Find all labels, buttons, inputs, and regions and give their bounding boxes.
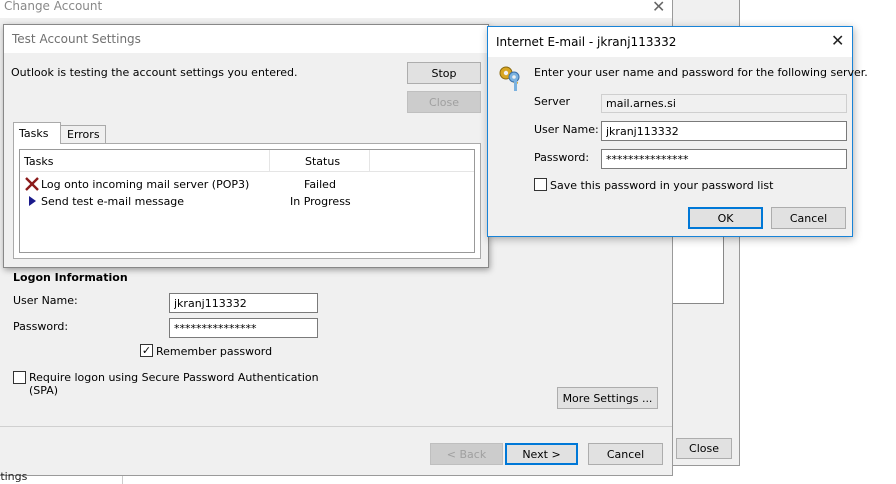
dialog-user-name-label: User Name: (534, 123, 599, 136)
dialog-password-label: Password: (534, 151, 590, 164)
tab-errors-label: Errors (67, 128, 100, 141)
background-bottom-text: ttings (0, 470, 28, 483)
column-header-status[interactable]: Status (305, 155, 340, 168)
dialog-password-field[interactable] (601, 149, 847, 169)
change-account-titlebar: Change Account ✕ (0, 0, 672, 18)
table-row[interactable]: Log onto incoming mail server (POP3) Fai… (20, 176, 474, 193)
stop-button[interactable]: Stop (407, 62, 481, 84)
back-button[interactable]: < Back (430, 443, 503, 465)
spa-checkbox[interactable] (13, 371, 26, 384)
close-icon[interactable]: ✕ (831, 31, 844, 50)
tasks-panel: Tasks Status Log onto incoming mail serv… (13, 143, 481, 259)
column-header-tasks[interactable]: Tasks (24, 155, 53, 168)
remember-password-checkbox[interactable]: ✓ (140, 344, 153, 357)
tab-errors[interactable]: Errors (60, 125, 106, 144)
task-status: Failed (304, 178, 336, 191)
next-button[interactable]: Next > (505, 443, 578, 465)
tab-tasks[interactable]: Tasks (13, 122, 61, 144)
in-progress-arrow-icon (29, 196, 36, 206)
column-divider (369, 150, 370, 172)
ok-button[interactable]: OK (688, 207, 763, 229)
background-bottom-strip: ttings (0, 470, 672, 484)
test-close-button[interactable]: Close (407, 91, 481, 113)
dialog-user-name-field[interactable] (601, 121, 847, 141)
failed-x-icon (25, 177, 39, 191)
cancel-button[interactable]: Cancel (588, 443, 663, 465)
save-password-label: Save this password in your password list (550, 179, 774, 192)
task-name: Log onto incoming mail server (POP3) (41, 178, 250, 191)
keys-icon (499, 66, 520, 91)
user-name-field[interactable] (169, 293, 318, 313)
tasks-list: Tasks Status Log onto incoming mail serv… (19, 149, 475, 253)
background-close-button[interactable]: Close (676, 438, 732, 459)
dialog-cancel-button[interactable]: Cancel (771, 207, 846, 229)
server-label: Server (534, 95, 571, 108)
spa-label-line2: (SPA) (29, 384, 59, 397)
tasks-header: Tasks Status (20, 150, 474, 172)
internet-email-titlebar: Internet E-mail - jkranj113332 ✕ (488, 27, 852, 57)
internet-email-dialog: Internet E-mail - jkranj113332 ✕ Enter y… (487, 26, 868, 237)
test-settings-message: Outlook is testing the account settings … (11, 66, 298, 79)
logon-info-heading: Logon Information (13, 271, 128, 284)
close-icon[interactable]: ✕ (652, 0, 665, 16)
password-field[interactable] (169, 318, 318, 338)
footer-divider (0, 426, 672, 427)
remember-password-label: Remember password (156, 345, 273, 358)
test-settings-titlebar: Test Account Settings (4, 25, 488, 53)
internet-email-title: Internet E-mail - jkranj113332 (496, 35, 677, 49)
tab-tasks-label: Tasks (19, 127, 49, 140)
change-account-title: Change Account (4, 0, 103, 13)
background-window-list (672, 230, 724, 304)
task-status: In Progress (290, 195, 351, 208)
password-label: Password: (13, 320, 69, 333)
user-name-label: User Name: (13, 294, 78, 307)
internet-email-prompt: Enter your user name and password for th… (534, 66, 868, 79)
server-value: mail.arnes.si (606, 97, 676, 110)
column-divider (269, 150, 270, 172)
table-row[interactable]: Send test e-mail message In Progress (20, 193, 474, 210)
server-value-field: mail.arnes.si (601, 94, 847, 113)
test-account-settings-window: Test Account Settings Outlook is testing… (3, 24, 489, 268)
test-settings-title: Test Account Settings (12, 32, 141, 46)
task-name: Send test e-mail message (41, 195, 185, 208)
background-bottom-divider (122, 476, 123, 484)
save-password-checkbox[interactable] (534, 178, 547, 191)
more-settings-button[interactable]: More Settings ... (557, 387, 658, 409)
spa-label: Require logon using Secure Password Auth… (29, 371, 319, 384)
